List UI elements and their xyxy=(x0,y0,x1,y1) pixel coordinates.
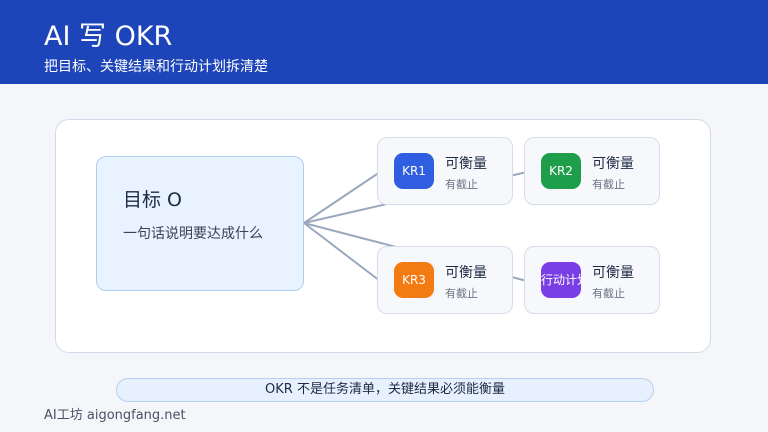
kr-sublabel: 有截止 xyxy=(592,287,625,300)
action-plan-card: 行动计划 可衡量 有截止 xyxy=(524,246,660,314)
connector-line-kr1 xyxy=(303,171,381,224)
connector-line-kr3 xyxy=(303,222,381,282)
kr-badge: KR2 xyxy=(541,153,581,189)
kr-label: 可衡量 xyxy=(592,265,634,281)
action-plan-badge: 行动计划 xyxy=(541,262,581,298)
objective-description: 一句话说明要达成什么 xyxy=(123,226,263,242)
kr-card-1: KR1 可衡量 有截止 xyxy=(377,137,513,205)
kr-sublabel: 有截止 xyxy=(445,178,478,191)
footer-note-banner: OKR 不是任务清单，关键结果必须能衡量 xyxy=(116,378,654,402)
kr-label: 可衡量 xyxy=(592,156,634,172)
kr-sublabel: 有截止 xyxy=(445,287,478,300)
kr-label: 可衡量 xyxy=(445,156,487,172)
kr-label: 可衡量 xyxy=(445,265,487,281)
brand-label: AI工坊 aigongfang.net xyxy=(44,408,186,423)
kr-badge: KR3 xyxy=(394,262,434,298)
kr-card-2: KR2 可衡量 有截止 xyxy=(524,137,660,205)
kr-badge: KR1 xyxy=(394,153,434,189)
kr-sublabel: 有截止 xyxy=(592,178,625,191)
objective-card: 目标 O 一句话说明要达成什么 xyxy=(96,156,304,291)
kr-card-3: KR3 可衡量 有截止 xyxy=(377,246,513,314)
objective-title: 目标 O xyxy=(123,189,182,211)
